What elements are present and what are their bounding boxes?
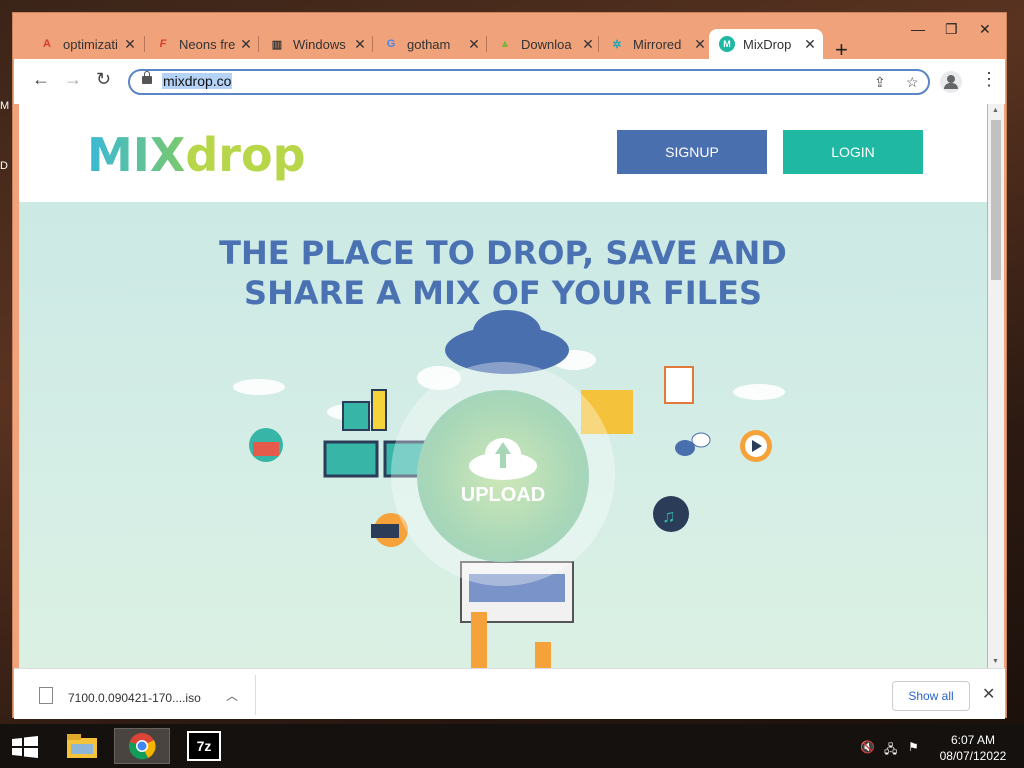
download-shelf: 7100.0.090421-170....iso ︿ Show all ✕ bbox=[14, 668, 1005, 719]
page-scrollbar[interactable]: ▲ ▼ bbox=[988, 104, 1004, 668]
logo-drop: drop bbox=[185, 128, 306, 182]
upload-label[interactable]: UPLOAD bbox=[417, 484, 589, 507]
network-icon[interactable]: 🖧 bbox=[884, 740, 897, 761]
mixdrop-icon: M bbox=[719, 36, 735, 52]
server-icon bbox=[342, 389, 387, 431]
tab-neons[interactable]: F Neons fre ✕ bbox=[145, 29, 259, 59]
7zip-label: 7z bbox=[187, 731, 221, 761]
svg-text:♫: ♫ bbox=[662, 506, 676, 526]
divider bbox=[255, 675, 256, 715]
browser-window: A optimizati ✕ F Neons fre ✕ ▥ Windows ✕… bbox=[12, 12, 1007, 719]
adobe-icon: A bbox=[43, 38, 51, 50]
file-icon bbox=[39, 687, 53, 704]
tab-windows[interactable]: ▥ Windows ✕ bbox=[259, 29, 373, 59]
tab-title: Downloa bbox=[521, 36, 572, 52]
scroll-down-icon[interactable]: ▼ bbox=[992, 658, 999, 665]
desktop-label-d: D bbox=[0, 160, 8, 172]
speaker-muted-icon[interactable]: 🔇 bbox=[860, 740, 875, 754]
tab-title: Windows bbox=[293, 36, 346, 52]
signup-button[interactable]: SIGNUP bbox=[617, 130, 767, 174]
tab-title: Mirrored bbox=[633, 36, 682, 52]
back-arrow-icon[interactable]: ← bbox=[32, 69, 50, 90]
mixdrop-logo[interactable]: MIXdrop bbox=[87, 128, 306, 182]
bookmark-star-icon[interactable]: ☆ bbox=[906, 74, 919, 91]
7zip-icon[interactable]: 7z bbox=[176, 728, 232, 764]
restore-button[interactable]: ❐ bbox=[945, 21, 958, 38]
browser-toolbar: ← → ↻ mixdrop.co ⇪ ☆ ⋮ bbox=[14, 59, 1005, 104]
cloud-upload-icon bbox=[469, 438, 537, 480]
lock-icon bbox=[142, 71, 152, 84]
chat-icon bbox=[675, 432, 711, 456]
profile-avatar[interactable] bbox=[940, 71, 962, 93]
tab-title: optimizati bbox=[63, 36, 118, 52]
close-window-button[interactable]: ✕ bbox=[979, 21, 991, 38]
camera-icon bbox=[249, 428, 283, 462]
close-icon[interactable]: ✕ bbox=[465, 36, 483, 53]
scroll-thumb[interactable] bbox=[991, 120, 1001, 280]
flag-icon[interactable]: ⚑ bbox=[908, 740, 919, 754]
url-text[interactable]: mixdrop.co bbox=[162, 73, 233, 89]
tab-download[interactable]: ▲ Downloa ✕ bbox=[487, 29, 599, 59]
library-icon: ▥ bbox=[271, 38, 283, 51]
music-icon: ♫ bbox=[653, 496, 689, 532]
web-page: MIXdrop SIGNUP LOGIN THE PLACE TO DROP, … bbox=[19, 104, 987, 668]
close-icon[interactable]: ✕ bbox=[691, 36, 709, 53]
android-icon: ▲ bbox=[499, 38, 511, 50]
chevron-up-icon[interactable]: ︿ bbox=[226, 687, 238, 704]
upload-button[interactable] bbox=[417, 390, 589, 562]
clock-date: 08/07/12022 bbox=[939, 749, 1007, 763]
close-icon[interactable]: ✕ bbox=[351, 36, 369, 53]
tab-mixdrop[interactable]: M MixDrop ✕ bbox=[709, 29, 823, 59]
close-icon[interactable]: ✕ bbox=[237, 36, 255, 53]
tab-title: MixDrop bbox=[743, 36, 792, 52]
tab-gotham[interactable]: G gotham ✕ bbox=[373, 29, 487, 59]
tab-title: gotham bbox=[407, 36, 451, 52]
tab-optimization[interactable]: A optimizati ✕ bbox=[29, 29, 145, 59]
play-icon bbox=[740, 430, 772, 462]
site-header: MIXdrop SIGNUP LOGIN bbox=[19, 104, 987, 202]
clipboard-icon bbox=[664, 366, 694, 404]
chrome-icon[interactable] bbox=[114, 728, 170, 764]
google-icon: G bbox=[386, 38, 396, 50]
login-button[interactable]: LOGIN bbox=[783, 130, 923, 174]
close-icon[interactable]: ✕ bbox=[579, 36, 597, 53]
close-icon[interactable]: ✕ bbox=[121, 36, 139, 53]
file-explorer-icon[interactable] bbox=[54, 728, 110, 764]
address-bar[interactable]: mixdrop.co ⇪ ☆ bbox=[128, 69, 930, 95]
show-all-button[interactable]: Show all bbox=[892, 681, 970, 711]
forward-arrow-icon[interactable]: → bbox=[64, 69, 82, 90]
taskbar: 7z 🔇 🖧 ⚑ 6:07 AM 08/07/12022 bbox=[0, 724, 1024, 768]
gear-icon: ✲ bbox=[612, 38, 622, 51]
scroll-up-icon[interactable]: ▲ bbox=[992, 107, 999, 114]
tab-strip: A optimizati ✕ F Neons fre ✕ ▥ Windows ✕… bbox=[29, 21, 1006, 59]
download-filename[interactable]: 7100.0.090421-170....iso bbox=[68, 691, 201, 705]
logo-mix: MIX bbox=[87, 128, 186, 182]
reload-icon[interactable]: ↻ bbox=[96, 69, 111, 90]
system-clock[interactable]: 6:07 AM 08/07/12022 bbox=[930, 732, 1016, 764]
minimize-button[interactable]: — bbox=[911, 21, 925, 37]
close-icon[interactable]: ✕ bbox=[801, 36, 819, 53]
font-f-icon: F bbox=[159, 38, 167, 50]
share-icon[interactable]: ⇪ bbox=[874, 74, 886, 91]
close-icon[interactable]: ✕ bbox=[982, 684, 995, 704]
clock-time: 6:07 AM bbox=[950, 733, 996, 747]
tab-title: Neons fre bbox=[179, 36, 236, 52]
windows-start-icon[interactable] bbox=[12, 736, 38, 758]
hero-section: THE PLACE TO DROP, SAVE AND SHARE A MIX … bbox=[19, 202, 987, 668]
kebab-menu-icon[interactable]: ⋮ bbox=[980, 69, 998, 90]
tab-mirrored[interactable]: ✲ Mirrored ✕ bbox=[599, 29, 711, 59]
